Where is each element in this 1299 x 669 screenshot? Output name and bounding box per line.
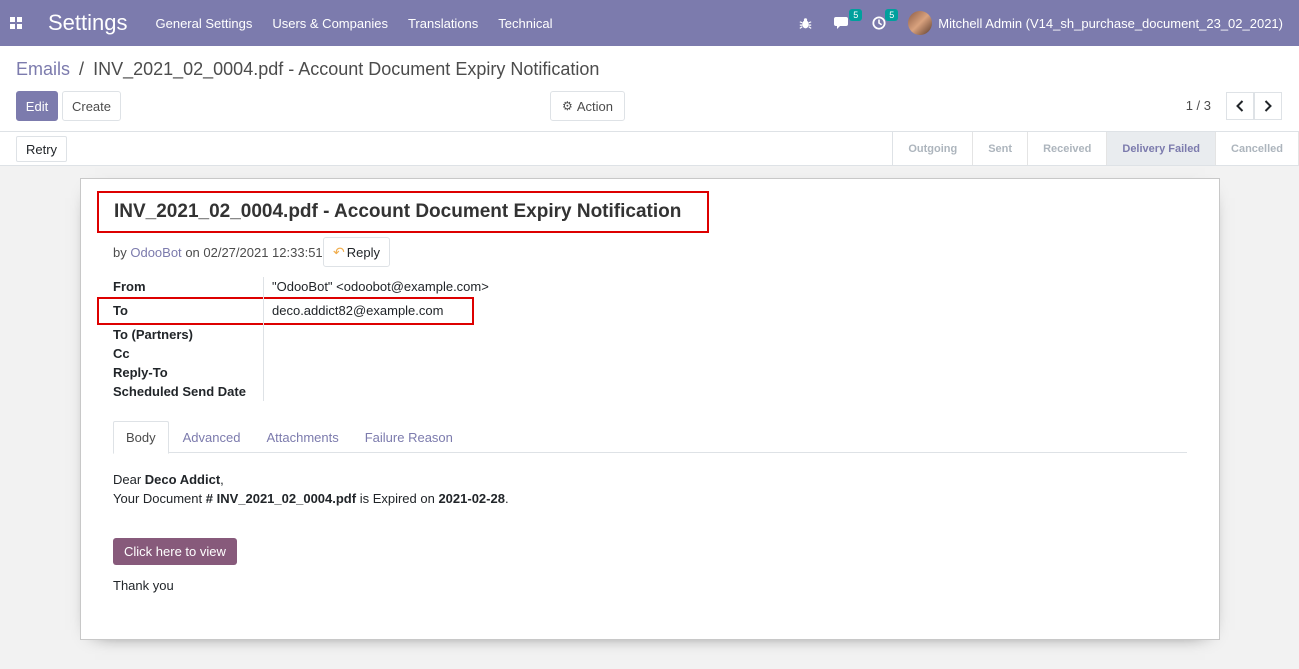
- to-partners-label: To (Partners): [113, 327, 193, 342]
- user-menu[interactable]: Mitchell Admin (V14_sh_purchase_document…: [938, 16, 1283, 31]
- notebook-tabs: Body Advanced Attachments Failure Reason: [113, 421, 1187, 454]
- breadcrumb-current: INV_2021_02_0004.pdf - Account Document …: [93, 59, 600, 79]
- status-received: Received: [1028, 132, 1108, 165]
- create-button[interactable]: Create: [62, 91, 121, 121]
- mail-byline: by OdooBot on 02/27/2021 12:33:51: [113, 245, 323, 260]
- gear-icon: ⚙: [562, 99, 573, 113]
- menu-translations[interactable]: Translations: [408, 16, 478, 31]
- from-value: "OdooBot" <odoobot@example.com>: [272, 279, 489, 294]
- activity-clock-icon[interactable]: 5: [872, 9, 899, 30]
- tab-attachments[interactable]: Attachments: [254, 421, 350, 453]
- activity-badge: 5: [885, 9, 899, 21]
- reply-button-label: Reply: [346, 244, 380, 260]
- retry-button[interactable]: Retry: [16, 136, 68, 162]
- to-label: To: [113, 303, 128, 318]
- body-thanks: Thank you: [113, 578, 174, 593]
- user-avatar[interactable]: [908, 11, 933, 35]
- breadcrumb-emails-link[interactable]: Emails: [16, 59, 70, 79]
- body-greeting: Dear Deco Addict,: [113, 472, 224, 487]
- debug-bug-icon[interactable]: [799, 17, 812, 30]
- action-button-label: Action: [576, 98, 613, 114]
- apps-menu-icon[interactable]: [0, 0, 32, 46]
- greeting-prefix: Dear: [113, 472, 145, 487]
- doc-prefix: Your Document: [113, 491, 206, 506]
- status-cancelled: Cancelled: [1216, 132, 1299, 165]
- scheduled-send-date-label: Scheduled Send Date: [113, 384, 246, 399]
- reply-icon: ↶: [333, 243, 345, 260]
- mail-subject: INV_2021_02_0004.pdf - Account Document …: [97, 191, 709, 233]
- to-value: deco.addict82@example.com: [272, 303, 444, 318]
- status-delivery-failed: Delivery Failed: [1107, 132, 1217, 165]
- status-steps: Outgoing Sent Received Delivery Failed C…: [892, 132, 1299, 165]
- reply-to-label: Reply-To: [113, 365, 168, 380]
- expired-text: is Expired on: [356, 491, 439, 506]
- top-navbar: Settings General Settings Users & Compan…: [0, 0, 1299, 46]
- chat-badge: 5: [849, 9, 863, 21]
- status-sent: Sent: [973, 132, 1029, 165]
- byline-prefix: by: [113, 245, 127, 260]
- pager-previous-button[interactable]: [1226, 92, 1254, 120]
- edit-button[interactable]: Edit: [16, 91, 58, 121]
- menu-users-companies[interactable]: Users & Companies: [272, 16, 388, 31]
- customer-name: Deco Addict: [144, 472, 221, 487]
- reply-button[interactable]: ↶ Reply: [323, 237, 390, 267]
- cc-label: Cc: [113, 346, 130, 361]
- breadcrumb-separator: /: [79, 59, 85, 79]
- author-link[interactable]: OdooBot: [130, 245, 181, 260]
- expiry-period: .: [504, 491, 509, 506]
- form-statusbar: Retry Outgoing Sent Received Delivery Fa…: [0, 132, 1299, 166]
- control-panel: Emails / INV_2021_02_0004.pdf - Account …: [0, 46, 1299, 132]
- field-divider: [263, 277, 264, 401]
- chevron-left-icon: [1236, 100, 1244, 112]
- greeting-comma: ,: [220, 472, 224, 487]
- chevron-right-icon: [1264, 100, 1272, 112]
- document-name: # INV_2021_02_0004.pdf: [205, 491, 357, 506]
- breadcrumb: Emails / INV_2021_02_0004.pdf - Account …: [16, 59, 599, 80]
- from-label: From: [113, 279, 146, 294]
- chat-messages-icon[interactable]: 5: [834, 9, 863, 30]
- view-document-button[interactable]: Click here to view: [113, 538, 237, 565]
- menu-technical[interactable]: Technical: [498, 16, 552, 31]
- pager-value[interactable]: 1 / 3: [1186, 98, 1211, 113]
- tab-body[interactable]: Body: [113, 421, 169, 454]
- menu-general-settings[interactable]: General Settings: [156, 16, 253, 31]
- expiry-date: 2021-02-28: [438, 491, 505, 506]
- form-sheet: INV_2021_02_0004.pdf - Account Document …: [80, 178, 1220, 640]
- body-expiry-line: Your Document # INV_2021_02_0004.pdf is …: [113, 491, 509, 506]
- app-title[interactable]: Settings: [48, 10, 128, 36]
- status-outgoing: Outgoing: [893, 132, 974, 165]
- tab-advanced[interactable]: Advanced: [171, 421, 253, 453]
- pager-next-button[interactable]: [1254, 92, 1282, 120]
- tab-failure-reason[interactable]: Failure Reason: [353, 421, 465, 453]
- mail-date: on 02/27/2021 12:33:51: [185, 245, 323, 260]
- action-button[interactable]: ⚙ Action: [550, 91, 625, 121]
